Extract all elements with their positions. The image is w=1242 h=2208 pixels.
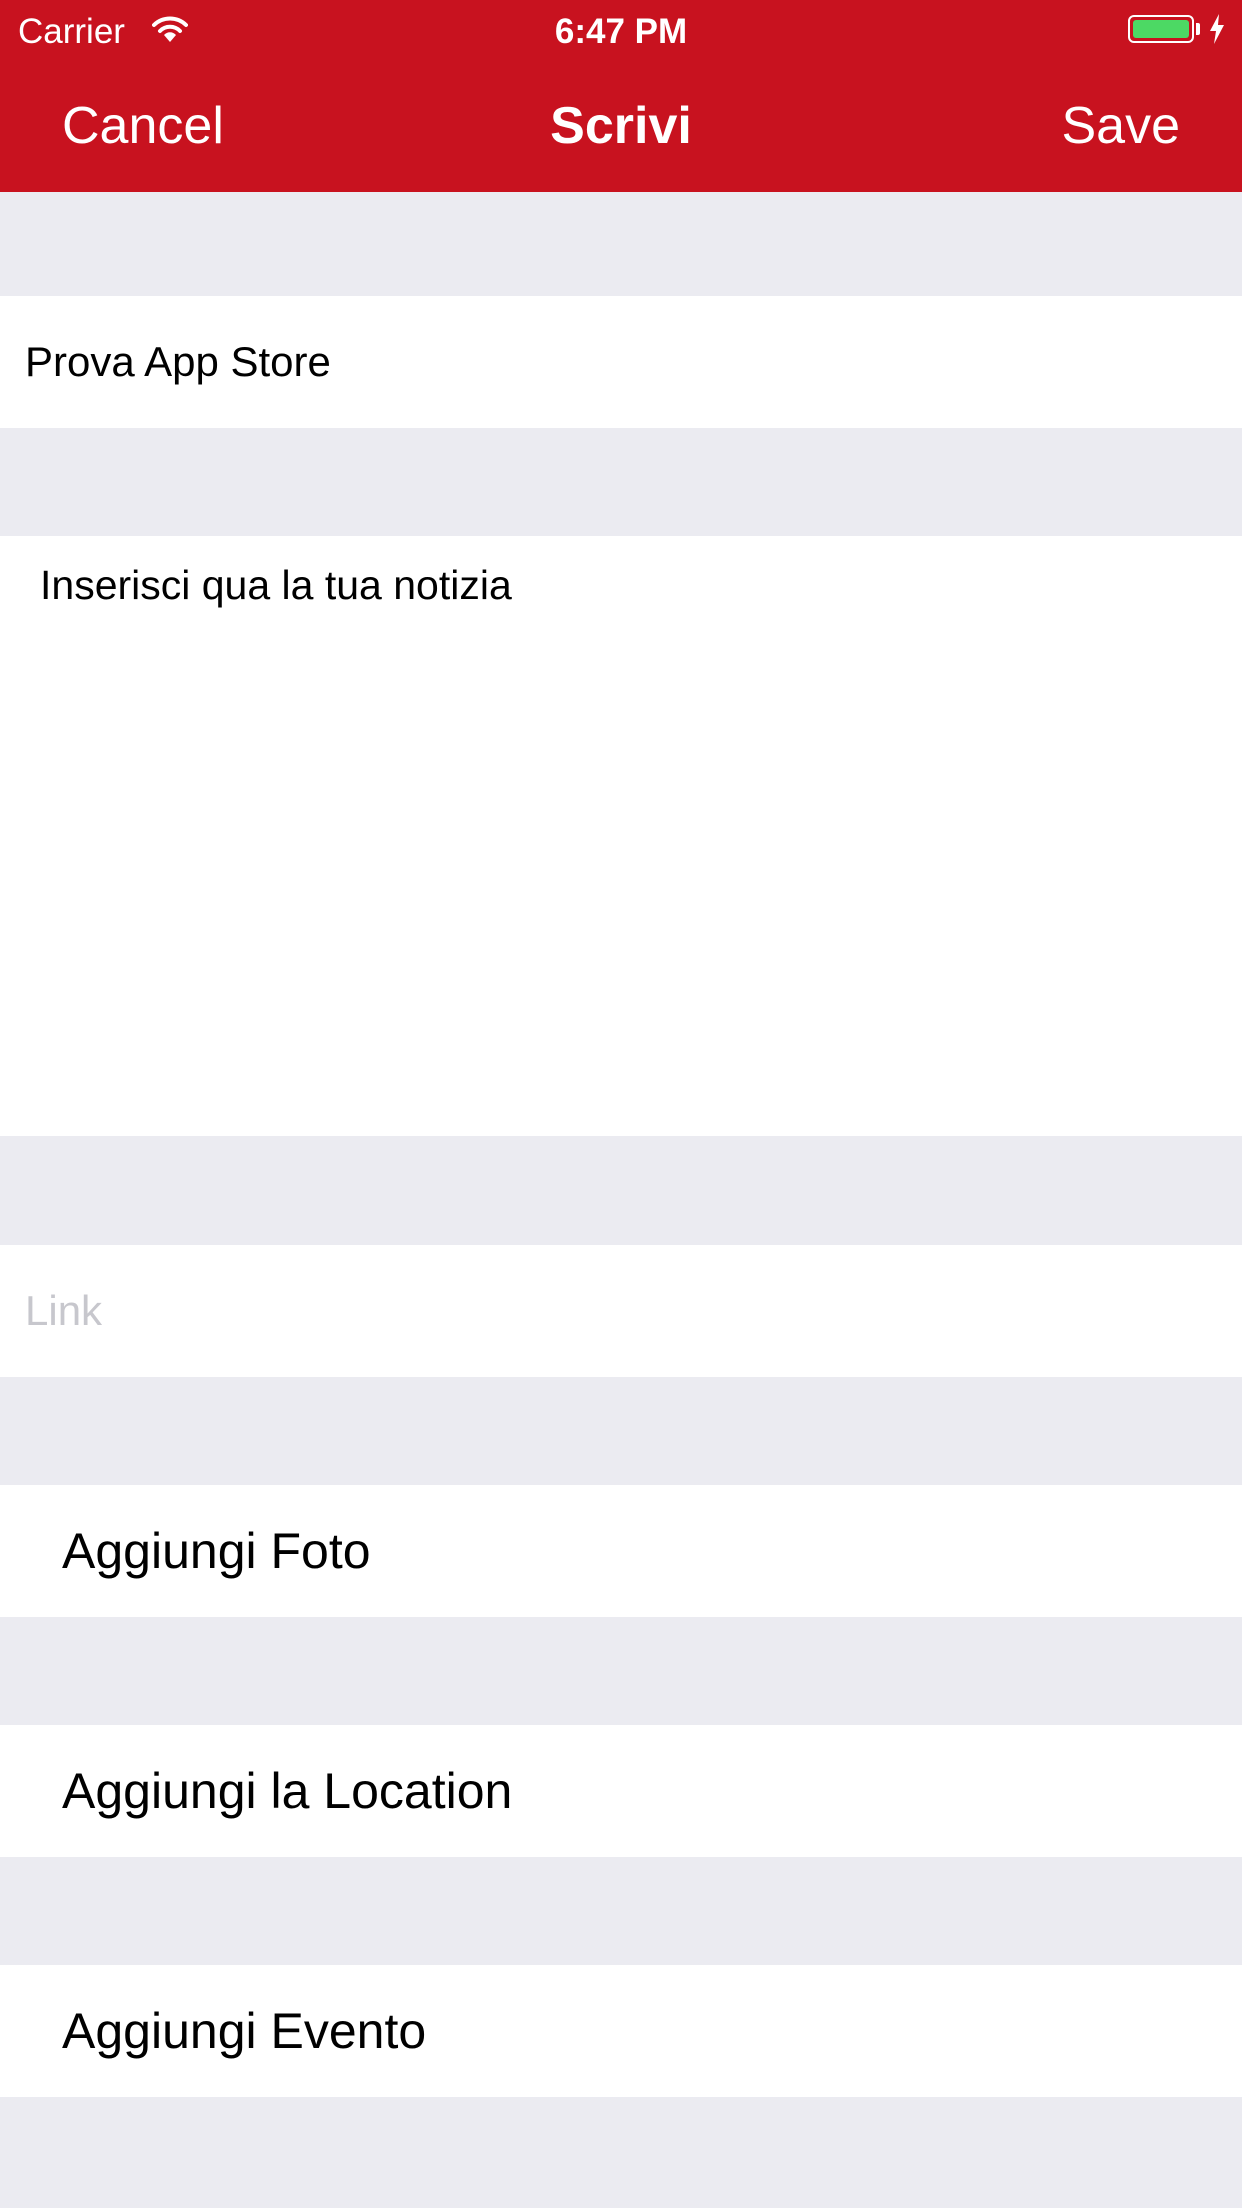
news-body-textarea[interactable]: Inserisci qua la tua notizia: [40, 558, 1200, 1108]
body-cell: Inserisci qua la tua notizia: [0, 536, 1242, 1136]
link-cell: [0, 1245, 1242, 1377]
wifi-icon: [152, 16, 188, 42]
add-photo-label: Aggiungi Foto: [62, 1523, 371, 1579]
link-input[interactable]: [25, 1287, 1205, 1335]
add-location-label: Aggiungi la Location: [62, 1763, 513, 1819]
save-button[interactable]: Save: [1061, 88, 1180, 164]
cancel-button[interactable]: Cancel: [62, 88, 224, 164]
add-location-button[interactable]: Aggiungi la Location: [0, 1725, 1242, 1857]
add-photo-button[interactable]: Aggiungi Foto: [0, 1485, 1242, 1617]
battery-tip: [1196, 23, 1200, 35]
battery-level-fill: [1133, 20, 1189, 38]
navigation-header: Carrier 6:47 PM Cancel Scrivi Save: [0, 0, 1242, 192]
bolt-icon: [1210, 14, 1224, 44]
add-event-label: Aggiungi Evento: [62, 2003, 427, 2059]
title-cell: [0, 296, 1242, 428]
title-input[interactable]: [25, 338, 1205, 386]
add-event-button[interactable]: Aggiungi Evento: [0, 1965, 1242, 2097]
battery-icon: [1128, 15, 1194, 43]
carrier-label: Carrier: [18, 12, 125, 51]
